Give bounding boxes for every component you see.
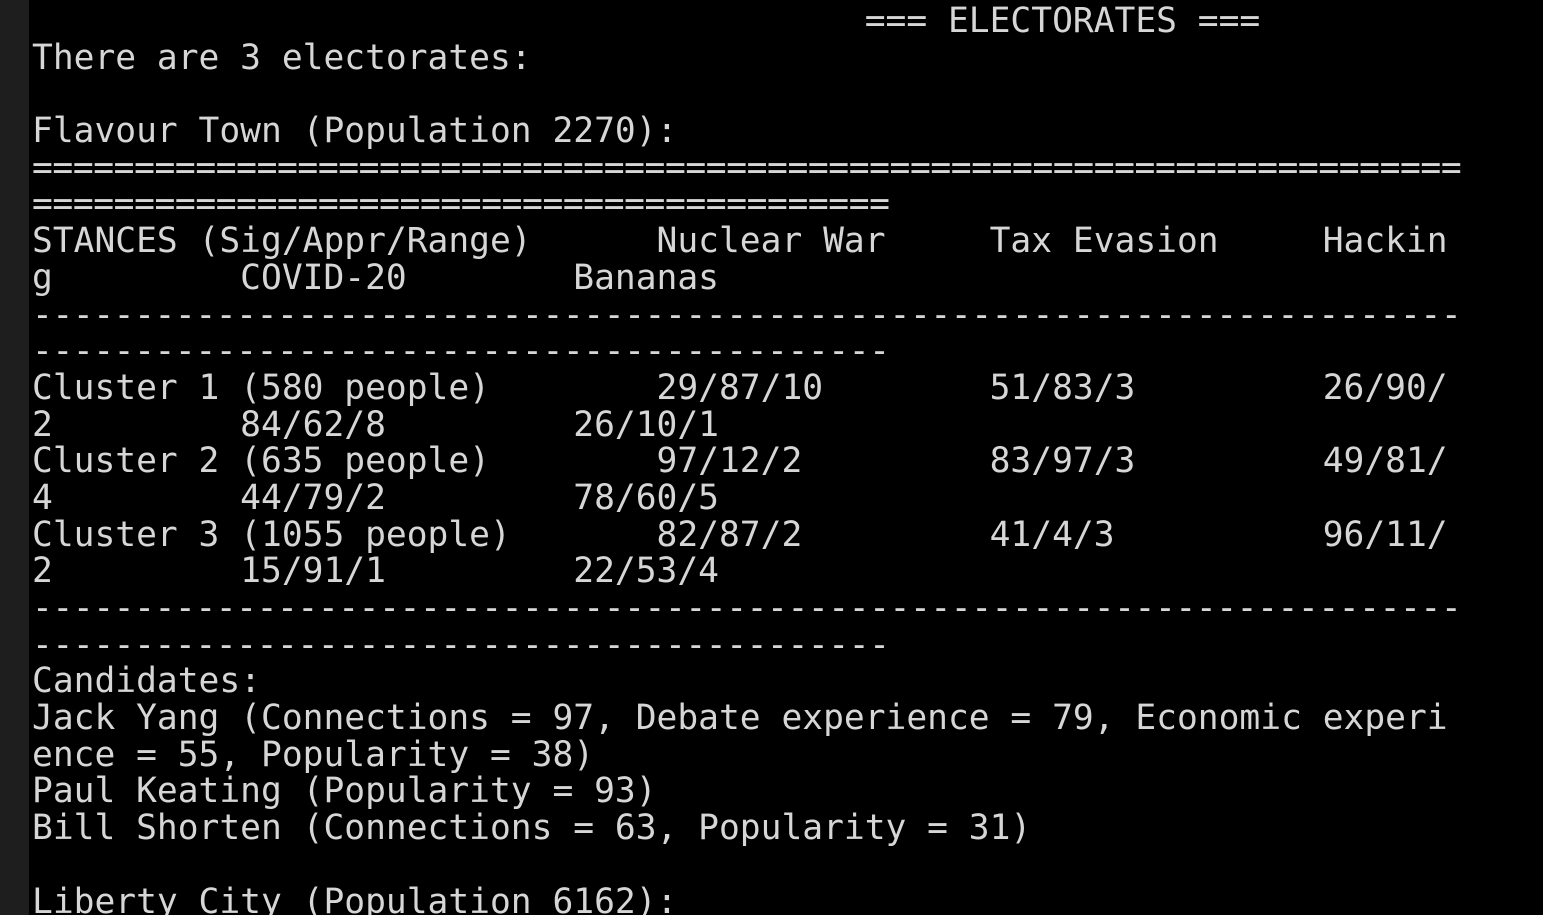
- window-left-edge: [0, 0, 29, 915]
- table-row: Cluster 2 (635 people) 97/12/2 83/97/3 4…: [32, 441, 1448, 482]
- candidate-line: ence = 55, Popularity = 38): [32, 734, 595, 775]
- electorate-heading: Liberty City (Population 6162):: [32, 881, 678, 915]
- stances-table-header: g COVID-20 Bananas: [32, 257, 719, 298]
- candidate-line: Bill Shorten (Connections = 63, Populari…: [32, 808, 1032, 849]
- table-row: 2 84/62/8 26/10/1: [32, 404, 719, 445]
- stances-table-header: STANCES (Sig/Appr/Range) Nuclear War Tax…: [32, 221, 1448, 262]
- candidate-line: Jack Yang (Connections = 97, Debate expe…: [32, 698, 1448, 739]
- dash-separator: ----------------------------------------…: [32, 588, 1462, 628]
- double-separator: ========================================…: [32, 147, 1462, 188]
- dash-separator: ----------------------------------------…: [32, 331, 890, 372]
- double-separator: ========================================…: [32, 184, 890, 225]
- console-window: === ELECTORATES === There are 3 electora…: [0, 0, 1543, 915]
- table-row: 4 44/79/2 78/60/5: [32, 477, 719, 518]
- table-row: 2 15/91/1 22/53/4: [32, 551, 719, 592]
- electorate-count-text: There are 3 electorates:: [32, 37, 532, 78]
- dash-separator: ----------------------------------------…: [32, 294, 1462, 335]
- candidates-heading: Candidates:: [32, 661, 261, 702]
- candidate-line: Paul Keating (Popularity = 93): [32, 771, 657, 812]
- dash-separator: ----------------------------------------…: [32, 624, 890, 665]
- console-output[interactable]: === ELECTORATES === There are 3 electora…: [32, 3, 1472, 915]
- electorates-banner: === ELECTORATES ===: [32, 1, 1261, 41]
- electorate-heading: Flavour Town (Population 2270):: [32, 111, 678, 152]
- scrollbar[interactable]: [1529, 0, 1543, 915]
- table-row: Cluster 1 (580 people) 29/87/10 51/83/3 …: [32, 367, 1448, 408]
- table-row: Cluster 3 (1055 people) 82/87/2 41/4/3 9…: [32, 514, 1448, 555]
